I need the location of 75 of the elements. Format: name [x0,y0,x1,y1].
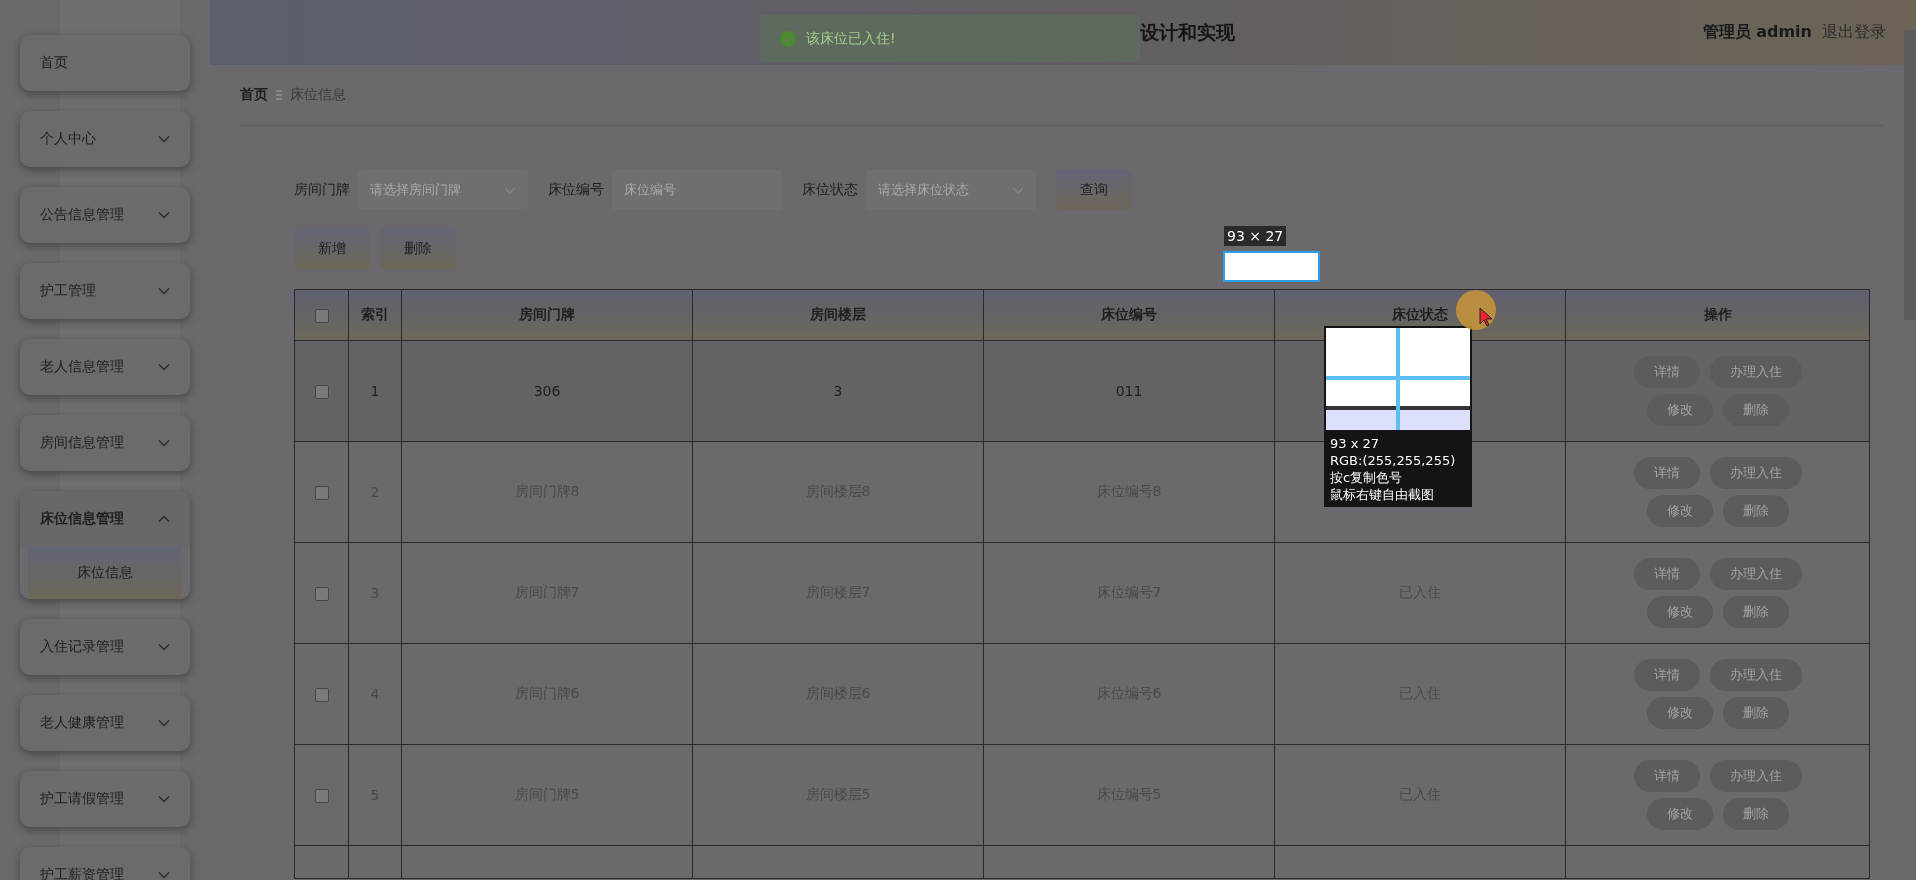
row-action-button[interactable]: 删除 [1722,798,1789,830]
size-label: 93 × 27 [1224,226,1287,246]
chevron-down-icon [158,643,170,651]
field-label: 房间门牌 [294,181,350,199]
submenu-item[interactable]: 床位信息 [28,547,182,599]
column-header: 操作 [1565,289,1870,341]
row-action-button[interactable]: 办理入住 [1709,457,1802,489]
magnifier-info-text: 鼠标右键自由截图 [1330,486,1435,503]
row-action-button[interactable]: 修改 [1646,596,1713,628]
sidebar-item[interactable]: 公告信息管理 [20,187,190,243]
sidebar-item[interactable]: 入住记录管理 [20,619,190,675]
check-circle-icon [780,30,796,47]
chevron-down-icon [158,795,170,803]
action-button[interactable]: 新增 [294,229,370,269]
magnifier-info-text: RGB:(255,255,255) [1330,452,1457,469]
row-action-button[interactable]: 办理入住 [1709,760,1802,792]
logout-link[interactable]: 退出登录 [1822,22,1886,43]
checkbox[interactable] [314,789,329,803]
row-action-button[interactable]: 详情 [1633,760,1700,792]
chevron-down-icon [158,439,170,447]
chevron-down-icon [158,719,170,727]
chevron-up-icon [158,515,170,523]
sidebar-item[interactable]: 老人健康管理 [20,695,190,751]
user-name: 管理员 admin [1702,22,1812,43]
row-action-button[interactable]: 修改 [1646,394,1713,426]
row-action-button[interactable]: 详情 [1633,457,1700,489]
sidebar-item[interactable]: 个人中心 [20,111,190,167]
row-action-button[interactable]: 删除 [1722,394,1789,426]
checkbox[interactable] [314,385,329,399]
row-action-button[interactable]: 详情 [1633,558,1700,590]
field-label: 床位状态 [802,181,858,199]
chevron-down-icon [158,871,170,879]
magnifier-info-text: 93 x 27 [1330,435,1381,452]
column-header: 房间楼层 [692,289,984,341]
table-cell: 306 [533,383,561,399]
chevron-down-icon [158,287,170,295]
column-header: 床位编号 [983,289,1275,341]
magnifier-info-text: 按c复制色号 [1330,469,1404,486]
row-action-button[interactable]: 删除 [1722,495,1789,527]
chevron-down-icon [158,211,170,219]
sidebar-item[interactable]: 房间信息管理 [20,415,190,471]
table-cell: 011 [1115,383,1143,399]
row-action-button[interactable]: 修改 [1646,495,1713,527]
checkbox[interactable] [314,688,329,702]
row-action-button[interactable]: 修改 [1646,697,1713,729]
separator-icon [276,89,282,101]
breadcrumb-item[interactable]: 首页 [240,86,268,104]
table-cell: 3 [833,383,843,399]
row-action-button[interactable]: 删除 [1722,596,1789,628]
search-button[interactable]: 查询 [1056,170,1132,210]
row-action-button[interactable]: 办理入住 [1709,558,1802,590]
column-header: 房间门牌 [401,289,693,341]
row-action-button[interactable]: 删除 [1722,697,1789,729]
table-cell: 1 [370,383,380,399]
checkbox[interactable] [314,587,329,601]
field-label: 床位编号 [548,181,604,199]
checkbox[interactable] [314,309,329,323]
sidebar-item[interactable]: 护工请假管理 [20,771,190,827]
row-action-button[interactable]: 详情 [1633,356,1700,388]
sidebar-item[interactable]: 首页 [20,35,190,91]
toast-message: 该床位已入住! [806,29,896,48]
cursor-icon [1456,290,1496,330]
sidebar-item[interactable]: 床位信息管理 [20,491,190,547]
row-action-button[interactable]: 修改 [1646,798,1713,830]
action-button[interactable]: 删除 [380,229,456,269]
column-header: 索引 [348,289,402,341]
sidebar-item[interactable]: 护工管理 [20,263,190,319]
checkbox[interactable] [314,486,329,500]
sidebar-item[interactable]: 老人信息管理 [20,339,190,395]
chevron-down-icon [158,363,170,371]
system-title: 设计和实现 [1140,19,1235,45]
row-action-button[interactable]: 详情 [1633,659,1700,691]
chevron-down-icon [158,135,170,143]
row-action-button[interactable]: 办理入住 [1709,356,1802,388]
row-action-button[interactable]: 办理入住 [1709,659,1802,691]
